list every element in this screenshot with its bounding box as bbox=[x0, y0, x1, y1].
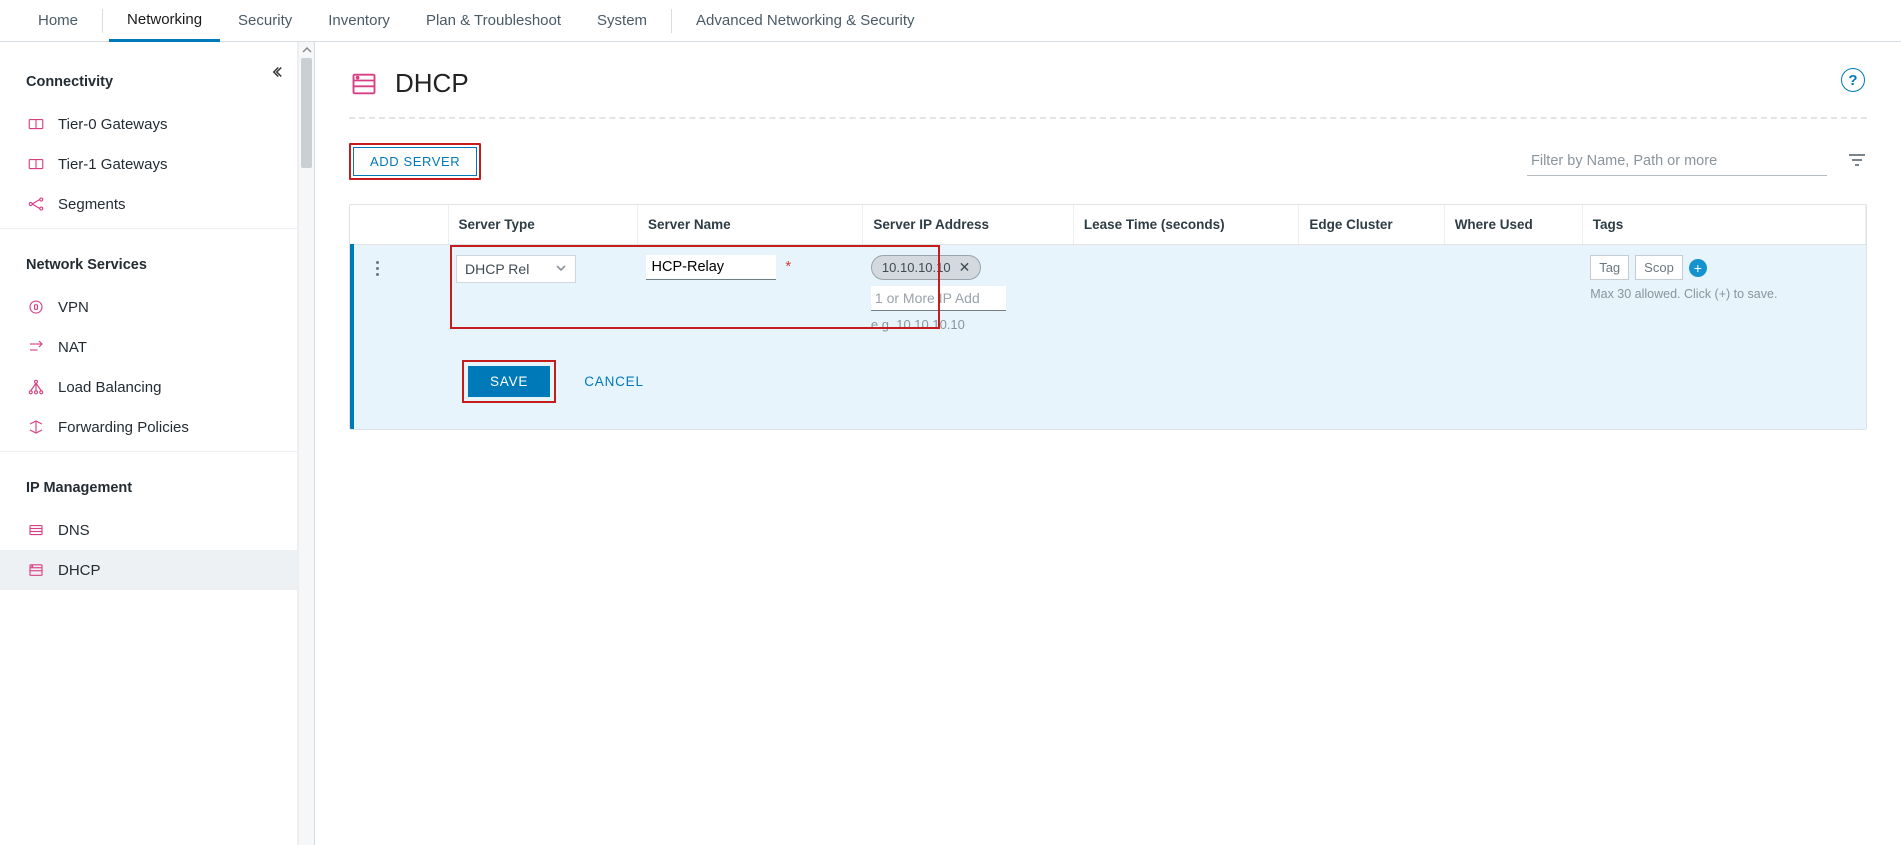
filter-icon[interactable] bbox=[1847, 152, 1867, 171]
sidebar-item-label: Tier-1 Gateways bbox=[58, 156, 167, 173]
dns-icon bbox=[26, 520, 46, 540]
main-panel: DHCP ? ADD SERVER Ser bbox=[315, 42, 1901, 845]
sidebar-item-load-balancing[interactable]: Load Balancing bbox=[0, 367, 297, 407]
nat-icon bbox=[26, 337, 46, 357]
sidebar-item-label: DHCP bbox=[58, 562, 101, 579]
ip-chip[interactable]: 10.10.10.10 ✕ bbox=[871, 255, 981, 280]
column-actions bbox=[400, 205, 448, 245]
ip-address-input[interactable] bbox=[871, 286, 1006, 311]
sidebar-heading-network-services: Network Services bbox=[0, 233, 297, 287]
tag-hint-text: Max 30 allowed. Click (+) to save. bbox=[1590, 286, 1857, 303]
table-row-actions: SAVE CANCEL bbox=[352, 342, 1866, 429]
segments-icon bbox=[26, 194, 46, 214]
column-edge-cluster[interactable]: Edge Cluster bbox=[1299, 205, 1444, 245]
sidebar-scrollbar[interactable] bbox=[298, 42, 314, 845]
sidebar-item-dns[interactable]: DNS bbox=[0, 510, 297, 550]
chip-remove-icon[interactable]: ✕ bbox=[959, 259, 971, 276]
sidebar-item-vpn[interactable]: VPN bbox=[0, 287, 297, 327]
column-where-used[interactable]: Where Used bbox=[1444, 205, 1582, 245]
nav-system[interactable]: System bbox=[579, 0, 665, 42]
vpn-icon bbox=[26, 297, 46, 317]
sidebar-item-label: NAT bbox=[58, 339, 87, 356]
nav-security[interactable]: Security bbox=[220, 0, 310, 42]
chevron-down-icon bbox=[555, 262, 567, 277]
lb-icon bbox=[26, 377, 46, 397]
nav-home[interactable]: Home bbox=[20, 0, 96, 42]
collapse-sidebar-button[interactable] bbox=[264, 60, 288, 84]
column-server-type[interactable]: Server Type bbox=[448, 205, 638, 245]
sidebar-item-dhcp[interactable]: DHCP bbox=[0, 550, 297, 590]
scope-input[interactable]: Scop bbox=[1635, 255, 1683, 280]
filter-input[interactable] bbox=[1527, 147, 1827, 176]
sidebar-item-tier0-gateways[interactable]: Tier-0 Gateways bbox=[0, 104, 297, 144]
sidebar-item-forwarding-policies[interactable]: Forwarding Policies bbox=[0, 407, 297, 447]
page-title: DHCP bbox=[395, 68, 469, 99]
top-nav: Home Networking Security Inventory Plan … bbox=[0, 0, 1901, 42]
nav-networking[interactable]: Networking bbox=[109, 0, 220, 42]
column-tags[interactable]: Tags bbox=[1582, 205, 1865, 245]
add-tag-button[interactable]: + bbox=[1689, 259, 1707, 277]
scroll-up-icon[interactable] bbox=[299, 42, 314, 57]
sidebar-item-label: Forwarding Policies bbox=[58, 419, 189, 436]
sidebar-item-tier1-gateways[interactable]: Tier-1 Gateways bbox=[0, 144, 297, 184]
dhcp-table: Server Type Server Name Server IP Addres… bbox=[349, 204, 1867, 430]
help-button[interactable]: ? bbox=[1841, 68, 1865, 92]
fwd-icon bbox=[26, 417, 46, 437]
server-type-select[interactable]: DHCP Rel bbox=[456, 255, 576, 283]
nav-plan-troubleshoot[interactable]: Plan & Troubleshoot bbox=[408, 0, 579, 42]
save-button[interactable]: SAVE bbox=[468, 366, 550, 397]
sidebar-item-label: Segments bbox=[58, 196, 126, 213]
cancel-button[interactable]: CANCEL bbox=[584, 374, 644, 389]
sidebar-heading-connectivity: Connectivity bbox=[0, 50, 297, 104]
sidebar-heading-ip-management: IP Management bbox=[0, 456, 297, 510]
dhcp-icon bbox=[26, 560, 46, 580]
sidebar-item-label: VPN bbox=[58, 299, 89, 316]
nav-advanced[interactable]: Advanced Networking & Security bbox=[678, 0, 932, 42]
column-lease-time[interactable]: Lease Time (seconds) bbox=[1073, 205, 1299, 245]
add-server-button[interactable]: ADD SERVER bbox=[353, 147, 477, 176]
gateway-icon bbox=[26, 114, 46, 134]
required-indicator: * bbox=[779, 258, 791, 275]
row-menu-button[interactable] bbox=[362, 255, 392, 276]
ip-chip-value: 10.10.10.10 bbox=[882, 260, 951, 275]
sidebar-item-nat[interactable]: NAT bbox=[0, 327, 297, 367]
gateway-icon bbox=[26, 154, 46, 174]
scroll-thumb[interactable] bbox=[301, 58, 312, 168]
column-server-ip[interactable]: Server IP Address bbox=[863, 205, 1073, 245]
sidebar-item-label: Tier-0 Gateways bbox=[58, 116, 167, 133]
column-server-name[interactable]: Server Name bbox=[638, 205, 863, 245]
column-expand bbox=[352, 205, 400, 245]
sidebar-item-label: DNS bbox=[58, 522, 90, 539]
highlight-annotation: ADD SERVER bbox=[349, 143, 481, 180]
tag-input[interactable]: Tag bbox=[1590, 255, 1629, 280]
highlight-annotation: SAVE bbox=[462, 360, 556, 403]
nav-separator bbox=[102, 9, 103, 33]
sidebar-item-label: Load Balancing bbox=[58, 379, 161, 396]
select-value: DHCP Rel bbox=[465, 261, 551, 277]
table-row: DHCP Rel * bbox=[352, 245, 1866, 343]
ip-hint-text: e.g. 10.10.10.10 bbox=[871, 311, 1065, 332]
sidebar-item-segments[interactable]: Segments bbox=[0, 184, 297, 224]
nav-inventory[interactable]: Inventory bbox=[310, 0, 408, 42]
nav-separator bbox=[671, 9, 672, 33]
server-name-input[interactable] bbox=[646, 255, 776, 280]
sidebar: Connectivity Tier-0 Gateways Tier-1 Gate… bbox=[0, 42, 315, 845]
dhcp-page-icon bbox=[349, 69, 379, 99]
